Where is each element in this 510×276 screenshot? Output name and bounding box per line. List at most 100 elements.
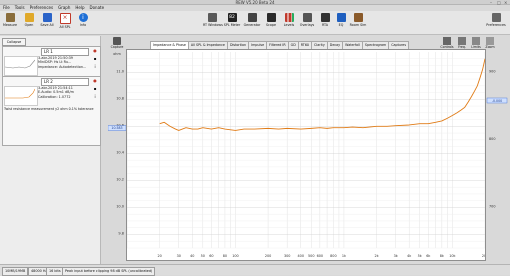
tab-impulse[interactable]: Impulse: [248, 41, 268, 49]
info-measurement-icon[interactable]: i: [91, 94, 99, 100]
overlays-button[interactable]: Overlays: [299, 13, 315, 33]
freq-axis-icon: [458, 37, 466, 45]
tab-rt60[interactable]: RT60: [297, 41, 313, 49]
measurement-item[interactable]: LR 2 3-abr-2019 21:54:11 E.Audio: 0.5m1 …: [2, 76, 101, 146]
open-folder-icon: [24, 13, 34, 22]
x-tick-label: 30: [177, 254, 181, 258]
spl-meter-icon: 82: [227, 13, 237, 22]
save-icon: [42, 13, 52, 22]
tab-filtered-ir[interactable]: Filtered IR: [266, 41, 289, 49]
x-tick-label: 20k: [482, 254, 485, 258]
measurement-name-field[interactable]: LR 2: [41, 78, 89, 86]
zoom-button[interactable]: Zoom: [484, 37, 496, 49]
eq-button[interactable]: EQ: [334, 13, 348, 33]
thumbnail-graph: [4, 59, 36, 69]
zoom-icon: [486, 37, 494, 45]
spl-meter-button[interactable]: 82 SPL Meter: [223, 13, 241, 33]
room-sim-button[interactable]: Room Sim: [349, 13, 367, 33]
y-tick-label: 10.4: [116, 151, 125, 155]
x-tick-label: 400: [298, 254, 304, 258]
y-tick-label: 11.0: [116, 69, 124, 73]
measurement-info: 3-abr-2019 21:50:39 MiniDSP: Hs Lt Ru...…: [38, 56, 87, 69]
eq-icon: [336, 13, 346, 22]
measurement-note[interactable]: Twist resistance measurement y2 ohm 0.1%…: [4, 107, 97, 111]
scope-button[interactable]: Scope: [263, 13, 279, 33]
open-button[interactable]: Open: [21, 13, 37, 33]
x-tick-label: 80: [223, 254, 227, 258]
impedance-chart[interactable]: 20 30 40 50 60 80 100 200 300 400 500 600 800 1k 2k 3k 4…: [126, 50, 488, 260]
limits-button[interactable]: Limits: [470, 37, 482, 49]
left-y-axis: 9.810.010.210.410.610.811.0ohm10.583: [108, 52, 126, 236]
x-tick-label: 40: [190, 254, 194, 258]
x-tick-label: 10k: [449, 254, 455, 258]
levels-icon: [284, 13, 294, 22]
y-tick-label: 9.8: [118, 232, 124, 236]
levels-button[interactable]: Levels: [281, 13, 297, 33]
y-tick-label: 10.2: [116, 178, 124, 182]
right-readout-value: -0.000: [492, 99, 502, 103]
right-tick-label: 900: [489, 69, 495, 73]
save-measurement-icon[interactable]: ▪: [91, 86, 99, 92]
info-measurement-icon[interactable]: i: [91, 64, 99, 70]
measurement-info: 3-abr-2019 21:54:11 E.Audio: 0.5m1 dB/m …: [38, 86, 74, 99]
measure-icon: [5, 13, 15, 22]
generator-button[interactable]: Generator: [243, 13, 261, 33]
rta-button[interactable]: RTA: [317, 13, 333, 33]
main-toolbar: Measure Open Save All ⨯ All SPL i Info R…: [0, 11, 510, 35]
left-readout-value: 10.583: [111, 126, 122, 130]
right-tick-label: 700: [489, 205, 495, 209]
tab-distortion[interactable]: Distortion: [226, 41, 250, 49]
rt-windows-button[interactable]: RT Windows: [203, 13, 223, 33]
x-tick-label: 2k: [374, 254, 378, 258]
measurement-thumbnail: [4, 86, 38, 106]
graph-tabs: Impedance & Phase All SPL & Impedance Di…: [150, 41, 410, 49]
x-tick-label: 1k: [342, 254, 346, 258]
preferences-button[interactable]: Preferences: [484, 13, 508, 33]
x-tick-label: 800: [330, 254, 336, 258]
room-sim-icon: [353, 13, 363, 22]
rta-icon: [320, 13, 330, 22]
x-tick-label: 6k: [426, 254, 430, 258]
tab-all-spl-impedance[interactable]: All SPL & Impedance: [187, 41, 228, 49]
info-icon: i: [78, 13, 88, 22]
save-all-button[interactable]: Save All: [39, 13, 55, 33]
rt-windows-icon: [207, 13, 217, 22]
tab-spectrogram[interactable]: Spectrogram: [361, 41, 390, 49]
remove-measurement-icon[interactable]: ●: [91, 78, 99, 84]
remove-measurement-icon[interactable]: ●: [91, 48, 99, 54]
x-tick-label: 100: [232, 254, 238, 258]
measure-button[interactable]: Measure: [2, 13, 18, 33]
thumbnail-graph: [5, 88, 36, 99]
x-tick-label: 200: [265, 254, 271, 258]
tab-decay[interactable]: Decay: [326, 41, 344, 49]
collapse-button[interactable]: Collapse: [2, 38, 26, 46]
tab-waterfall[interactable]: Waterfall: [342, 41, 363, 49]
right-y-axis: 7008009001000-0.000: [486, 69, 508, 209]
info-button[interactable]: i Info: [75, 13, 91, 33]
scope-icon: [266, 13, 276, 22]
tab-impedance-phase[interactable]: Impedance & Phase: [150, 41, 189, 49]
graph-area[interactable]: 20 30 40 50 60 80 100 200 300 400 500 600 800 1k 2k 3k 4…: [126, 49, 488, 261]
all-spl-button[interactable]: ⨯ All SPL: [57, 13, 73, 33]
x-tick-label: 4k: [407, 254, 411, 258]
tab-captures[interactable]: Captures: [388, 41, 410, 49]
controls-button[interactable]: Controls: [440, 37, 454, 49]
x-tick-label: 20: [157, 254, 161, 258]
overlays-icon: [302, 13, 312, 22]
camera-icon: [113, 37, 121, 45]
all-spl-icon: ⨯: [59, 13, 71, 24]
capture-button[interactable]: Capture: [110, 37, 124, 49]
x-tick-label: 600: [317, 254, 323, 258]
save-measurement-icon[interactable]: ▪: [91, 56, 99, 62]
controls-icon: [443, 37, 451, 45]
measurement-name-field[interactable]: LR 1: [41, 48, 89, 56]
status-bar: 10MB/19MB 48000 Hz 16 bits Peak input be…: [0, 264, 510, 276]
measurements-panel: Collapse LR 1 3-abr-2019 21:50:39 MiniDS…: [0, 36, 101, 264]
x-tick-label: 500: [308, 254, 314, 258]
preferences-icon: [491, 13, 501, 22]
x-tick-label: 60: [209, 254, 213, 258]
y-tick-label: 10.8: [116, 97, 124, 101]
generator-icon: [247, 13, 257, 22]
tab-clarity[interactable]: Clarity: [311, 41, 328, 49]
x-tick-label: 50: [201, 254, 205, 258]
